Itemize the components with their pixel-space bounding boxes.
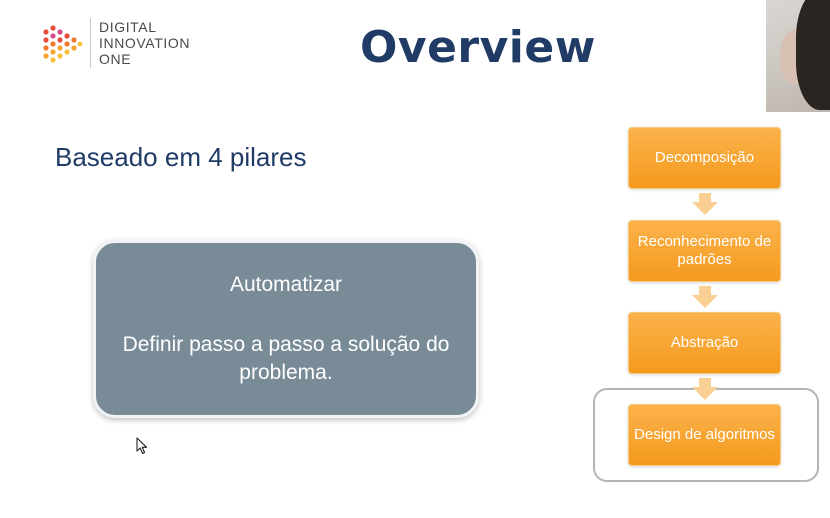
automatizar-card: Automatizar Definir passo a passo a solu… — [93, 240, 479, 418]
flow-step-decomposicao: Decomposição — [628, 127, 781, 189]
slide-title: Overview — [360, 22, 596, 73]
webcam-hair — [796, 0, 830, 110]
down-arrow-icon — [692, 378, 718, 400]
flow-step-reconhecimento: Reconhecimento de padrões — [628, 220, 781, 282]
logo-divider — [90, 18, 91, 68]
logo-text: DIGITAL INNOVATION ONE — [99, 19, 190, 67]
card-heading: Automatizar — [229, 273, 343, 296]
logo-line-2: INNOVATION — [99, 35, 191, 51]
flow-step-label: Design de algoritmos — [634, 426, 775, 443]
flow-step-design-de-algoritmos: Design de algoritmos — [628, 404, 781, 466]
flow-step-label: Reconhecimento de padrões — [637, 233, 772, 268]
slide-subtitle: Baseado em 4 pilares — [55, 142, 307, 172]
flow-step-abstracao: Abstração — [628, 312, 781, 374]
mouse-pointer-icon — [136, 437, 148, 455]
down-arrow-icon — [692, 286, 718, 308]
logo-line-1: DIGITAL — [99, 19, 157, 35]
flow-step-label: Decomposição — [654, 149, 755, 166]
card-body: Definir passo a passo a solução do probl… — [122, 333, 450, 384]
dio-logo-icon — [43, 25, 83, 63]
dio-logo: DIGITAL INNOVATION ONE — [40, 18, 190, 68]
down-arrow-icon — [692, 193, 718, 215]
logo-line-3: ONE — [99, 51, 132, 67]
webcam-overlay — [766, 0, 830, 112]
flow-step-label: Abstração — [670, 334, 739, 351]
